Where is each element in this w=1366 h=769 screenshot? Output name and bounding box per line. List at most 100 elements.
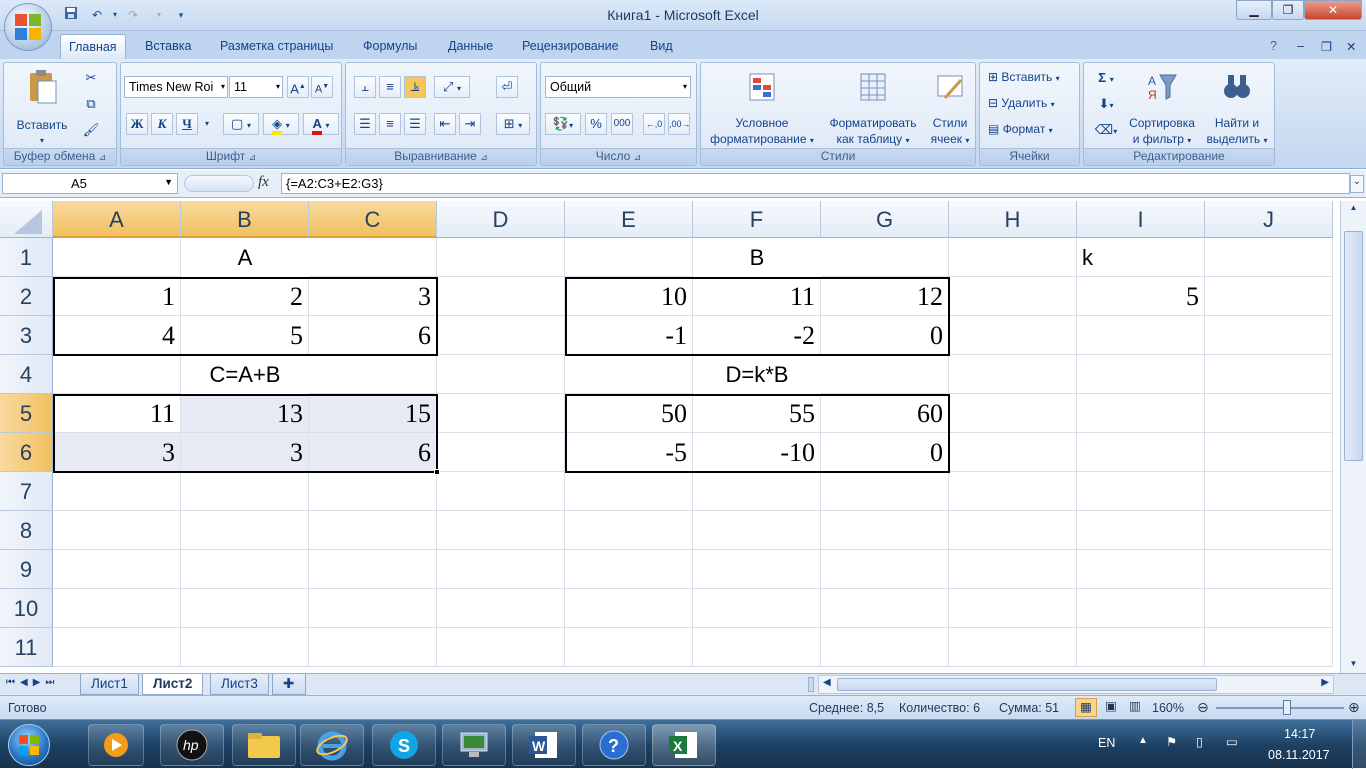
help-support-icon[interactable]: ? <box>582 724 646 766</box>
align-center-icon[interactable]: ≡ <box>379 113 401 135</box>
underline-dropdown-icon[interactable]: ▾ <box>201 113 213 135</box>
cell-d8[interactable] <box>437 511 565 550</box>
italic-button[interactable]: К <box>151 113 173 135</box>
cell-d9[interactable] <box>437 550 565 589</box>
page-break-view-icon[interactable]: ▥ <box>1124 698 1146 717</box>
cell-f4[interactable]: D=k*B <box>565 355 949 394</box>
sheet-nav-icon[interactable]: ⏮◀▶⏭ <box>6 677 59 688</box>
conditional-formatting-button[interactable]: Условное форматирование ▾ <box>703 71 821 149</box>
help-icon[interactable]: ? <box>1262 36 1285 58</box>
column-header-h[interactable]: H <box>949 201 1077 238</box>
cell-h2[interactable] <box>949 277 1077 316</box>
cell-h3[interactable] <box>949 316 1077 355</box>
cell-g10[interactable] <box>821 589 949 628</box>
cell-g9[interactable] <box>821 550 949 589</box>
cell-e2[interactable]: 10 <box>565 277 693 316</box>
cell-g6[interactable]: 0 <box>821 433 949 472</box>
cell-c3[interactable]: 6 <box>309 316 437 355</box>
insert-function-icon[interactable]: fx <box>258 174 269 191</box>
insert-sheet-icon[interactable]: ✚ <box>272 674 306 695</box>
word-icon[interactable]: W <box>512 724 576 766</box>
cell-a6[interactable]: 3 <box>53 433 181 472</box>
tab-formulas[interactable]: Формулы <box>355 36 425 58</box>
cell-j5[interactable] <box>1205 394 1333 433</box>
cell-h9[interactable] <box>949 550 1077 589</box>
cell-c9[interactable] <box>309 550 437 589</box>
zoom-slider-thumb[interactable] <box>1283 700 1291 715</box>
cell-c2[interactable]: 3 <box>309 277 437 316</box>
sheet-tab-1[interactable]: Лист1 <box>80 674 139 695</box>
cell-j2[interactable] <box>1205 277 1333 316</box>
row-header-3[interactable]: 3 <box>0 316 53 355</box>
horizontal-scrollbar[interactable]: ◀ ▶ <box>818 675 1334 694</box>
fill-handle[interactable] <box>434 469 440 475</box>
tab-review[interactable]: Рецензирование <box>514 36 627 58</box>
expand-formula-icon[interactable]: ⌄ <box>1350 175 1364 193</box>
ribbon-restore-icon[interactable]: ❐ <box>1313 36 1340 58</box>
explorer-folder-icon[interactable] <box>232 724 296 766</box>
cell-j10[interactable] <box>1205 589 1333 628</box>
show-hidden-icons-icon[interactable]: ▲ <box>1138 735 1148 746</box>
column-header-g[interactable]: G <box>821 201 949 238</box>
decrease-decimal-icon[interactable]: ,00→ <box>668 113 691 135</box>
name-box[interactable]: A5 ▼ <box>2 173 178 194</box>
cell-i2[interactable]: 5 <box>1077 277 1205 316</box>
excel-icon[interactable]: X <box>652 724 716 766</box>
cell-a5[interactable]: 11 <box>53 394 181 433</box>
cell-g11[interactable] <box>821 628 949 667</box>
cell-d5[interactable] <box>437 394 565 433</box>
cell-h7[interactable] <box>949 472 1077 511</box>
font-color-icon[interactable]: A ▾ <box>303 113 339 135</box>
cell-h4[interactable] <box>949 355 1077 394</box>
tab-home[interactable]: Главная <box>60 34 126 59</box>
vertical-scrollbar[interactable]: ▲ ▼ <box>1340 201 1366 673</box>
bold-button[interactable]: Ж <box>126 113 148 135</box>
sheet-tab-3[interactable]: Лист3 <box>210 674 269 695</box>
cell-h11[interactable] <box>949 628 1077 667</box>
font-name-select[interactable]: Times New Roi ▾ <box>124 76 228 98</box>
thousands-icon[interactable]: 000 <box>611 113 633 135</box>
formula-input[interactable]: {=A2:C3+E2:G3} <box>281 173 1350 194</box>
align-middle-icon[interactable]: ≡ <box>379 76 401 98</box>
underline-button[interactable]: Ч <box>176 113 198 135</box>
orientation-icon[interactable]: ⤢ ▾ <box>434 76 470 98</box>
zoom-slider[interactable] <box>1216 707 1344 709</box>
tab-view[interactable]: Вид <box>642 36 681 58</box>
row-header-11[interactable]: 11 <box>0 628 53 667</box>
cell-j7[interactable] <box>1205 472 1333 511</box>
action-center-flag-icon[interactable]: ⚑ <box>1166 734 1177 749</box>
cell-b5[interactable]: 13 <box>181 394 309 433</box>
wrap-text-icon[interactable]: ⏎ <box>496 76 518 98</box>
cell-b7[interactable] <box>181 472 309 511</box>
cell-e8[interactable] <box>565 511 693 550</box>
hp-icon[interactable]: hp <box>160 724 224 766</box>
cell-a9[interactable] <box>53 550 181 589</box>
cell-d6[interactable] <box>437 433 565 472</box>
cell-i5[interactable] <box>1077 394 1205 433</box>
cell-g2[interactable]: 12 <box>821 277 949 316</box>
cell-g7[interactable] <box>821 472 949 511</box>
cell-f2[interactable]: 11 <box>693 277 821 316</box>
column-header-f[interactable]: F <box>693 201 821 238</box>
row-header-6[interactable]: 6 <box>0 433 53 472</box>
row-header-2[interactable]: 2 <box>0 277 53 316</box>
sort-filter-button[interactable]: АЯ Сортировка и фильтр ▾ <box>1124 71 1200 149</box>
delete-cells-button[interactable]: ⊟ Удалить ▾ <box>988 95 1055 113</box>
cell-f10[interactable] <box>693 589 821 628</box>
align-left-icon[interactable]: ☰ <box>354 113 376 135</box>
network-icon[interactable]: ▭ <box>1226 734 1238 749</box>
close-button[interactable]: ✕ <box>1304 0 1362 20</box>
cell-c6[interactable]: 6 <box>309 433 437 472</box>
cell-e9[interactable] <box>565 550 693 589</box>
cell-i4[interactable] <box>1077 355 1205 394</box>
cell-e6[interactable]: -5 <box>565 433 693 472</box>
cell-b3[interactable]: 5 <box>181 316 309 355</box>
cell-b9[interactable] <box>181 550 309 589</box>
row-header-9[interactable]: 9 <box>0 550 53 589</box>
tab-insert[interactable]: Вставка <box>137 36 199 58</box>
cell-f6[interactable]: -10 <box>693 433 821 472</box>
cell-a8[interactable] <box>53 511 181 550</box>
row-header-4[interactable]: 4 <box>0 355 53 394</box>
cell-i7[interactable] <box>1077 472 1205 511</box>
cell-h10[interactable] <box>949 589 1077 628</box>
